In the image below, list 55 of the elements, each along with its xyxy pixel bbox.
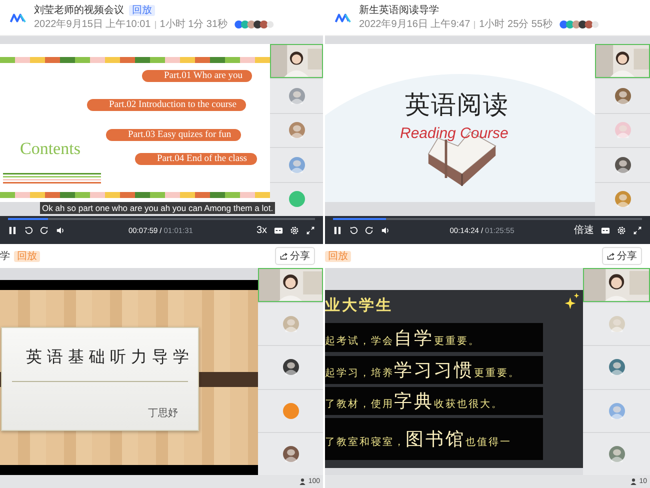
person-icon — [630, 478, 638, 485]
subtitle: Ok ah so part one who are you ah you can Among them a lot. — [40, 202, 276, 214]
logo-icon — [335, 12, 351, 22]
avatar-stack-icon — [234, 20, 274, 29]
meeting-date: 2022年9月15日 上午10:01 — [34, 18, 151, 30]
meeting-title: 刘莹老师的视频会议 — [34, 4, 124, 16]
slide-line: 起学习，培养 学习习惯 更重要。 — [325, 359, 520, 382]
slide-heading: 业大学生 — [325, 296, 393, 315]
slide-heading: 英语基础听力导学 — [26, 347, 194, 368]
person-icon — [299, 478, 306, 485]
meeting-title: 新生英语阅读导学 — [359, 4, 439, 16]
share-icon — [280, 252, 288, 260]
agenda-item: Part.04 End of the class — [135, 153, 257, 165]
replay-badge: 回放 — [14, 250, 40, 262]
fullscreen-icon[interactable] — [633, 226, 642, 234]
captions-icon[interactable] — [274, 226, 283, 234]
logo-icon — [10, 12, 26, 22]
meeting-title: 学 — [0, 250, 10, 263]
slide-line: 了教材，使用 字典 收获也很大。 — [325, 390, 503, 413]
meeting-duration: 1小时 1分 31秒 — [160, 18, 228, 30]
forward-icon[interactable] — [365, 226, 374, 234]
meeting-duration: 1小时 25分 55秒 — [479, 18, 553, 30]
avatar-icon — [282, 402, 298, 419]
pause-icon[interactable] — [333, 226, 342, 234]
sparkle-icon — [563, 292, 581, 310]
share-icon — [607, 252, 615, 260]
speed-button[interactable]: 3x — [256, 224, 267, 236]
forward-icon[interactable] — [40, 226, 49, 234]
slide-heading: 英语阅读 — [405, 91, 509, 121]
slide-subheading: Reading Course — [400, 125, 508, 142]
meeting-date: 2022年9月16日 上午9:47 — [359, 18, 470, 30]
slide-heading: Contents — [20, 139, 80, 159]
share-button[interactable]: 分享 — [602, 247, 642, 265]
volume-icon[interactable] — [381, 226, 390, 234]
avatar-icon — [288, 191, 304, 208]
pause-icon[interactable] — [8, 226, 17, 234]
avatar-stack-icon — [558, 20, 599, 29]
replay-badge: 回放 — [325, 250, 351, 262]
agenda-item: Part.01 Who are you — [142, 70, 252, 82]
settings-icon[interactable] — [617, 226, 626, 234]
replay-badge: 回放 — [129, 5, 155, 16]
settings-icon[interactable] — [290, 226, 299, 234]
slide-line: 起考试，学会 自学 更重要。 — [325, 326, 480, 350]
rewind-icon[interactable] — [24, 226, 33, 234]
agenda-item: Part.02 Introduction to the course — [87, 99, 246, 111]
speed-button[interactable]: 倍速 — [574, 224, 594, 236]
volume-icon[interactable] — [56, 226, 65, 234]
slide-line: 了教室和寝室，图书馆 也值得一 — [325, 428, 512, 451]
fullscreen-icon[interactable] — [306, 226, 315, 234]
slide-author: 丁思妤 — [148, 407, 178, 420]
slide-bar — [199, 372, 258, 387]
rewind-icon[interactable] — [349, 226, 358, 234]
captions-icon[interactable] — [601, 226, 610, 234]
share-button[interactable]: 分享 — [275, 247, 315, 265]
agenda-item: Part.03 Easy quizes for fun — [106, 129, 242, 141]
